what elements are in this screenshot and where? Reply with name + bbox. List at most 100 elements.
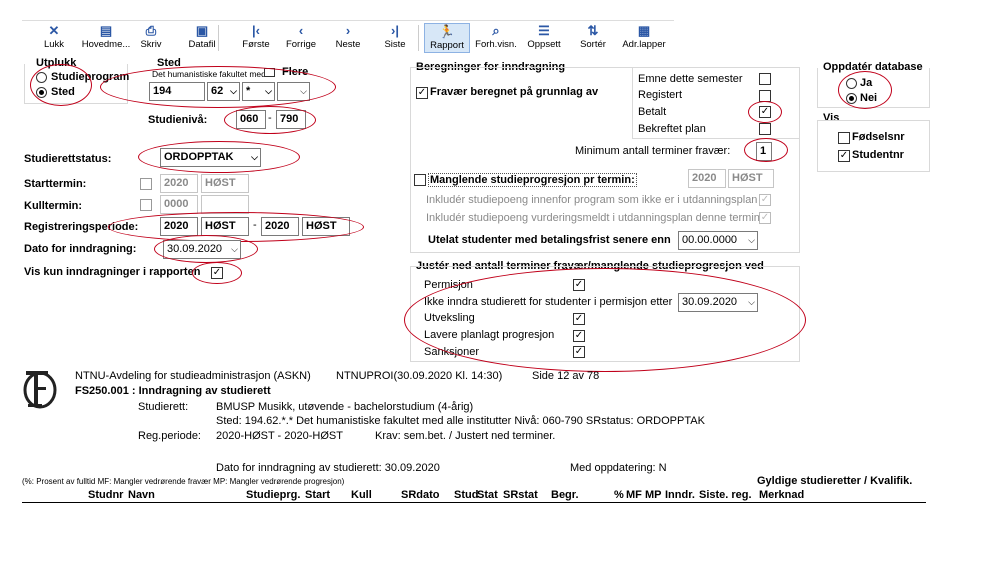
registert-checkbox[interactable]	[759, 90, 771, 102]
emne-checkbox[interactable]	[759, 73, 771, 85]
toolbar-button-label: Forrige	[285, 39, 317, 50]
preview-icon: ⌕	[492, 23, 500, 38]
lavere-checkbox[interactable]: ✓	[573, 330, 585, 342]
kulltermin-year[interactable]: 0000	[160, 195, 198, 214]
toolbar-button-adr-lapper[interactable]: ▦ Adr.lapper	[618, 23, 670, 53]
manglende-year[interactable]: 2020	[688, 169, 726, 188]
report-column-header: Inndr.	[665, 489, 695, 501]
fs-logo	[22, 368, 58, 410]
kulltermin-checkbox[interactable]	[140, 199, 152, 211]
toolbar-button-label: Adr.lapper	[622, 39, 666, 50]
report-studierett-value: BMUSP Musikk, utøvende - bachelorstudium…	[216, 401, 474, 413]
toolbar-button-første[interactable]: |‹ Første	[234, 23, 278, 53]
close-icon: ✕	[48, 23, 60, 38]
radio-studieprogram[interactable]	[36, 72, 47, 83]
report-column-header: Start	[305, 489, 331, 501]
report-org: NTNU-Avdeling for studieadministrasjon (…	[75, 370, 311, 382]
toolbar-button-label: Datafil	[188, 39, 216, 50]
dato-inndragning-picker[interactable]: 30.09.2020 ⌵	[163, 240, 241, 259]
toolbar-button-label: Sortér	[580, 39, 606, 50]
studierettstatus-select[interactable]: ORDOPPTAK ⌵	[160, 148, 261, 167]
toolbar-button-skriv[interactable]: ⎙ Skriv	[134, 23, 168, 53]
toolbar-button-label: Neste	[335, 39, 361, 50]
sted-field-4[interactable]: ⌵	[277, 82, 310, 101]
utveksling-checkbox[interactable]: ✓	[573, 313, 585, 325]
studieniva-from[interactable]: 060	[236, 110, 266, 129]
toolbar-button-label: Oppsett	[527, 39, 561, 50]
minimum-field[interactable]: 1	[756, 142, 772, 161]
fodselsnr-checkbox[interactable]	[838, 132, 850, 144]
inkluder-2-checkbox[interactable]: ✓	[759, 212, 771, 224]
report-column-header: Merknad	[759, 489, 805, 501]
radio-ja-label: Ja	[860, 77, 873, 89]
starttermin-year[interactable]: 2020	[160, 174, 198, 193]
toolbar-button-forrige[interactable]: ‹ Forrige	[280, 23, 322, 53]
radio-ja[interactable]	[846, 78, 857, 89]
lavere-label: Lavere planlagt progresjon	[424, 329, 555, 341]
radio-sted-label: Sted	[51, 86, 75, 98]
bekreftet-checkbox[interactable]	[759, 123, 771, 135]
toolbar-button-rapport[interactable]: 🏃 Rapport	[424, 23, 470, 53]
first-icon: |‹	[252, 23, 260, 38]
regper-term-to[interactable]: HØST	[302, 217, 350, 236]
toolbar-button-hovedme[interactable]: ▤ Hovedme...	[78, 23, 134, 53]
starttermin-label: Starttermin:	[24, 178, 87, 190]
betalt-checkbox[interactable]: ✓	[759, 106, 771, 118]
main-menu-icon: ▤	[99, 23, 113, 38]
toolbar-button-forh-visn[interactable]: ⌕ Forh.visn.	[472, 23, 520, 53]
report-med-oppdatering: Med oppdatering: N	[570, 462, 667, 474]
sted-field-3[interactable]: * ⌵	[242, 82, 275, 101]
fravaer-label: Fravær beregnet på grunnlag av	[430, 86, 599, 98]
ikke-inndra-date-picker[interactable]: 30.09.2020 ⌵	[678, 293, 758, 312]
fodselsnr-label: Fødselsnr	[852, 131, 905, 143]
toolbar-button-label: Rapport	[430, 40, 464, 51]
report-sted-line: Sted: 194.62.*.* Det humanistiske fakult…	[216, 415, 705, 427]
setup-icon: ☰	[538, 23, 550, 38]
starttermin-term[interactable]: HØST	[201, 174, 249, 193]
toolbar-button-lukk[interactable]: ✕ Lukk	[36, 23, 72, 53]
sted-flere-checkbox[interactable]	[264, 68, 275, 77]
report-studierett-label: Studierett:	[138, 401, 189, 413]
inkluder-1-label: Inkludér studiepoeng innenfor program so…	[426, 194, 758, 206]
toolbar-button-sort-r[interactable]: ⇅ Sortér	[574, 23, 612, 53]
toolbar-button-neste[interactable]: › Neste	[328, 23, 368, 53]
toolbar-button-label: Forh.visn.	[475, 39, 517, 50]
report-column-header: SRdato	[401, 489, 440, 501]
studentnr-label: Studentnr	[852, 149, 904, 161]
fravaer-checkbox[interactable]: ✓	[416, 87, 428, 99]
report-gyldige: Gyldige studieretter / Kvalifik.	[757, 475, 913, 487]
starttermin-checkbox[interactable]	[140, 178, 152, 190]
sanksjoner-label: Sanksjoner	[424, 346, 480, 358]
sort-icon: ⇅	[587, 23, 599, 38]
toolbar-button-siste[interactable]: ›| Siste	[378, 23, 412, 53]
utelat-date-picker[interactable]: 00.00.0000 ⌵	[678, 231, 758, 250]
report-column-header: Stud	[454, 489, 479, 501]
regper-term-from[interactable]: HØST	[201, 217, 249, 236]
toolbar-button-oppsett[interactable]: ☰ Oppsett	[522, 23, 566, 53]
report-column-header: Studieprg.	[246, 489, 301, 501]
report-regperiode-value: 2020-HØST - 2020-HØST	[216, 430, 343, 442]
manglende-term[interactable]: HØST	[728, 169, 774, 188]
kulltermin-term[interactable]	[201, 195, 249, 214]
manglende-label: Manglende studieprogresjon pr termin:	[428, 173, 637, 187]
manglende-checkbox[interactable]	[414, 174, 426, 186]
inkluder-1-checkbox[interactable]: ✓	[759, 194, 771, 206]
permisjon-checkbox[interactable]: ✓	[573, 279, 585, 291]
sted-flere-label: Flere	[282, 66, 309, 78]
radio-sted[interactable]	[36, 87, 47, 98]
sanksjoner-checkbox[interactable]: ✓	[573, 346, 585, 358]
sted-title: Sted	[157, 57, 181, 69]
minimum-label: Minimum antall terminer fravær:	[575, 145, 731, 157]
toolbar-button-label: Skriv	[140, 39, 162, 50]
report-regperiode-label: Reg.periode:	[138, 430, 201, 442]
radio-nei[interactable]	[846, 93, 857, 104]
studentnr-checkbox[interactable]: ✓	[838, 150, 850, 162]
report-column-header: Studnr	[88, 489, 124, 501]
regper-year-from[interactable]: 2020	[160, 217, 198, 236]
report-column-header: Siste. reg.	[699, 489, 752, 501]
sted-field-1[interactable]: 194	[149, 82, 205, 101]
regper-year-to[interactable]: 2020	[261, 217, 299, 236]
sted-field-2[interactable]: 62 ⌵	[207, 82, 240, 101]
studieniva-to[interactable]: 790	[276, 110, 306, 129]
vis-kun-checkbox[interactable]: ✓	[211, 267, 223, 279]
